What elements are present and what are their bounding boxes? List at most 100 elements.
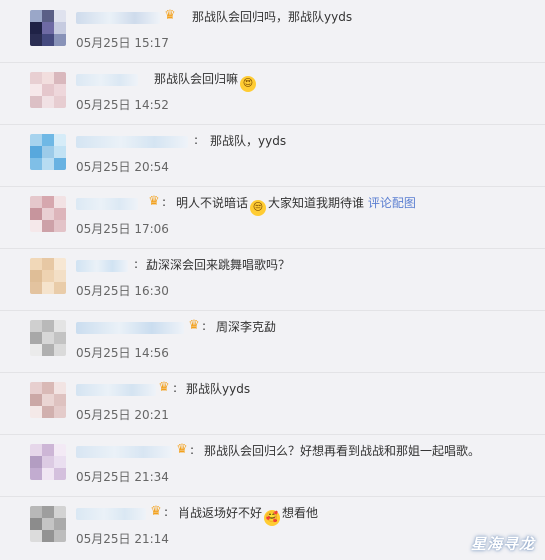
avatar-pixel [30, 134, 42, 146]
comment-item: : 勐深深会回来跳舞唱歌吗？ 05月25日 16:30 [0, 248, 545, 311]
avatar-pixel [42, 270, 54, 282]
avatar-pixel [54, 468, 66, 480]
avatar-pixel [30, 382, 42, 394]
avatar-pixel [54, 84, 66, 96]
avatar-pixel [30, 406, 42, 418]
avatar-pixel [54, 220, 66, 232]
avatar-pixel [54, 208, 66, 220]
avatar-pixel [54, 134, 66, 146]
avatar-pixel [30, 208, 42, 220]
avatar-pixel [42, 22, 54, 34]
avatar-pixel [42, 456, 54, 468]
avatar-pixel [30, 158, 42, 170]
comment-text: 那战队会回归嘛 😍 [154, 70, 258, 92]
avatar[interactable] [30, 10, 66, 46]
avatar-pixel [54, 320, 66, 332]
vip-crown-icon: ♛ [164, 8, 176, 23]
avatar-pixel [30, 518, 42, 530]
avatar-pixel [30, 530, 42, 542]
avatar-pixel [42, 220, 54, 232]
avatar-pixel [42, 196, 54, 208]
avatar-pixel [30, 146, 42, 158]
avatar-pixel [30, 34, 42, 46]
username-blurred[interactable] [76, 446, 172, 458]
avatar-pixel [42, 530, 54, 542]
avatar[interactable] [30, 134, 66, 170]
avatar-pixel [30, 444, 42, 456]
avatar-pixel [30, 506, 42, 518]
comment-time: 05月25日 16:30 [76, 284, 169, 298]
username-blurred[interactable] [76, 260, 128, 272]
avatar-pixel [30, 394, 42, 406]
avatar-pixel [30, 258, 42, 270]
vip-crown-icon: ♛ [148, 194, 160, 209]
comment-text: 明人不说暗话 😒 大家知道我期待谁 评论配图 [176, 194, 416, 216]
avatar-pixel [54, 158, 66, 170]
username-blurred[interactable] [76, 12, 160, 24]
comment-text: 肖战返场好不好 🥰 想看他 [178, 504, 318, 526]
avatar-pixel [42, 146, 54, 158]
avatar[interactable] [30, 506, 66, 542]
avatar-pixel [42, 506, 54, 518]
avatar-pixel [42, 96, 54, 108]
avatar-pixel [54, 22, 66, 34]
comment-image-link[interactable]: 评论配图 [368, 196, 416, 210]
comment-text: 周深李克勐 [216, 320, 277, 334]
heart-eyes-emoji-icon: 😍 [240, 76, 257, 92]
comment-time: 05月25日 15:17 [76, 36, 169, 50]
comment-time: 05月25日 14:52 [76, 98, 169, 112]
comment-time: 05月25日 20:54 [76, 160, 169, 174]
avatar-pixel [42, 208, 54, 220]
avatar-pixel [42, 382, 54, 394]
avatar-pixel [30, 22, 42, 34]
avatar-pixel [54, 456, 66, 468]
username-blurred[interactable] [76, 384, 156, 396]
username-blurred[interactable] [76, 136, 188, 148]
username-blurred[interactable] [76, 74, 138, 86]
avatar-pixel [54, 282, 66, 294]
name-separator: : [134, 257, 139, 271]
avatar[interactable] [30, 196, 66, 232]
avatar-pixel [54, 444, 66, 456]
avatar-pixel [30, 84, 42, 96]
avatar[interactable] [30, 72, 66, 108]
avatar-pixel [54, 506, 66, 518]
comment-item: ♛ : 明人不说暗话 😒 大家知道我期待谁 评论配图 05月25日 17:06 [0, 186, 545, 249]
avatar-pixel [30, 344, 42, 356]
username-blurred[interactable] [76, 198, 138, 210]
avatar[interactable] [30, 382, 66, 418]
avatar-pixel [42, 134, 54, 146]
avatar-pixel [54, 518, 66, 530]
comment-time: 05月25日 20:21 [76, 408, 169, 422]
comment-text: 那战队，yyds [210, 134, 287, 148]
avatar[interactable] [30, 320, 66, 356]
comment-text: 勐深深会回来跳舞唱歌吗？ [146, 258, 291, 272]
unamused-emoji-icon: 😒 [250, 200, 267, 216]
comment-item: ♛ : 周深李克勐 05月25日 14:56 [0, 310, 545, 373]
avatar-pixel [42, 258, 54, 270]
comment-time: 05月25日 17:06 [76, 222, 169, 236]
avatar-pixel [54, 394, 66, 406]
comment-time: 05月25日 21:34 [76, 470, 169, 484]
avatar-pixel [30, 220, 42, 232]
avatar[interactable] [30, 444, 66, 480]
comment-item: : 那战队，yyds 05月25日 20:54 [0, 124, 545, 187]
name-separator: : [202, 319, 207, 333]
avatar-pixel [42, 72, 54, 84]
avatar-pixel [42, 10, 54, 22]
avatar-pixel [30, 320, 42, 332]
watermark-logo: 星海寻龙 [470, 535, 535, 553]
avatar[interactable] [30, 258, 66, 294]
smiling-hearts-emoji-icon: 🥰 [264, 510, 281, 526]
avatar-pixel [54, 344, 66, 356]
vip-crown-icon: ♛ [158, 380, 170, 395]
username-blurred[interactable] [76, 322, 184, 334]
avatar-pixel [54, 530, 66, 542]
avatar-pixel [42, 282, 54, 294]
avatar-pixel [42, 158, 54, 170]
avatar-pixel [42, 34, 54, 46]
avatar-pixel [30, 332, 42, 344]
comment-time: 05月25日 21:14 [76, 532, 169, 546]
username-blurred[interactable] [76, 508, 146, 520]
avatar-pixel [42, 406, 54, 418]
